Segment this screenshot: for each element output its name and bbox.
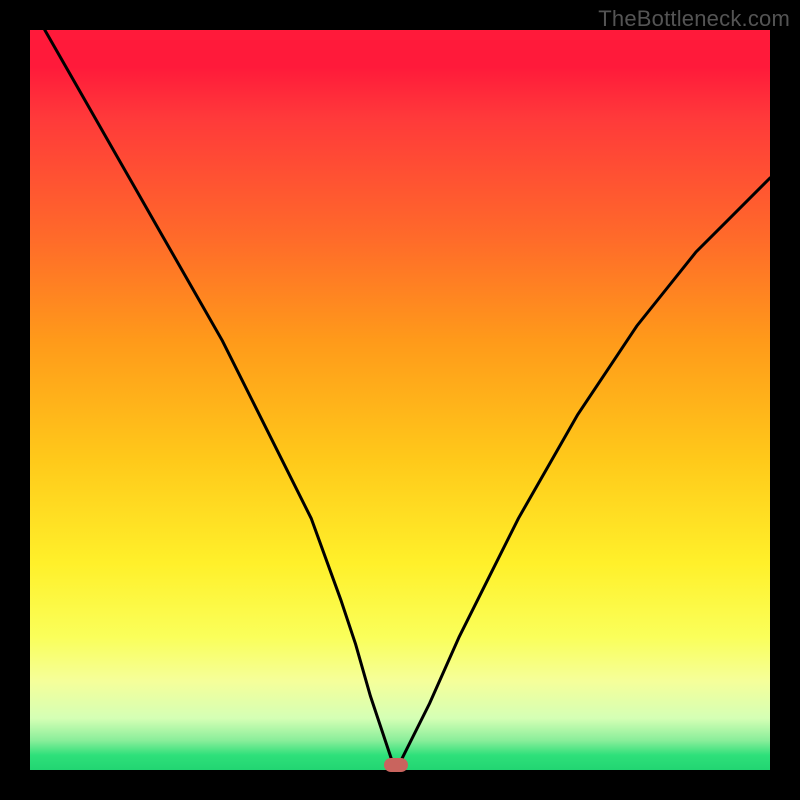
optimal-marker bbox=[384, 758, 408, 772]
watermark-text: TheBottleneck.com bbox=[598, 6, 790, 32]
bottleneck-curve bbox=[30, 30, 770, 770]
plot-area bbox=[30, 30, 770, 770]
